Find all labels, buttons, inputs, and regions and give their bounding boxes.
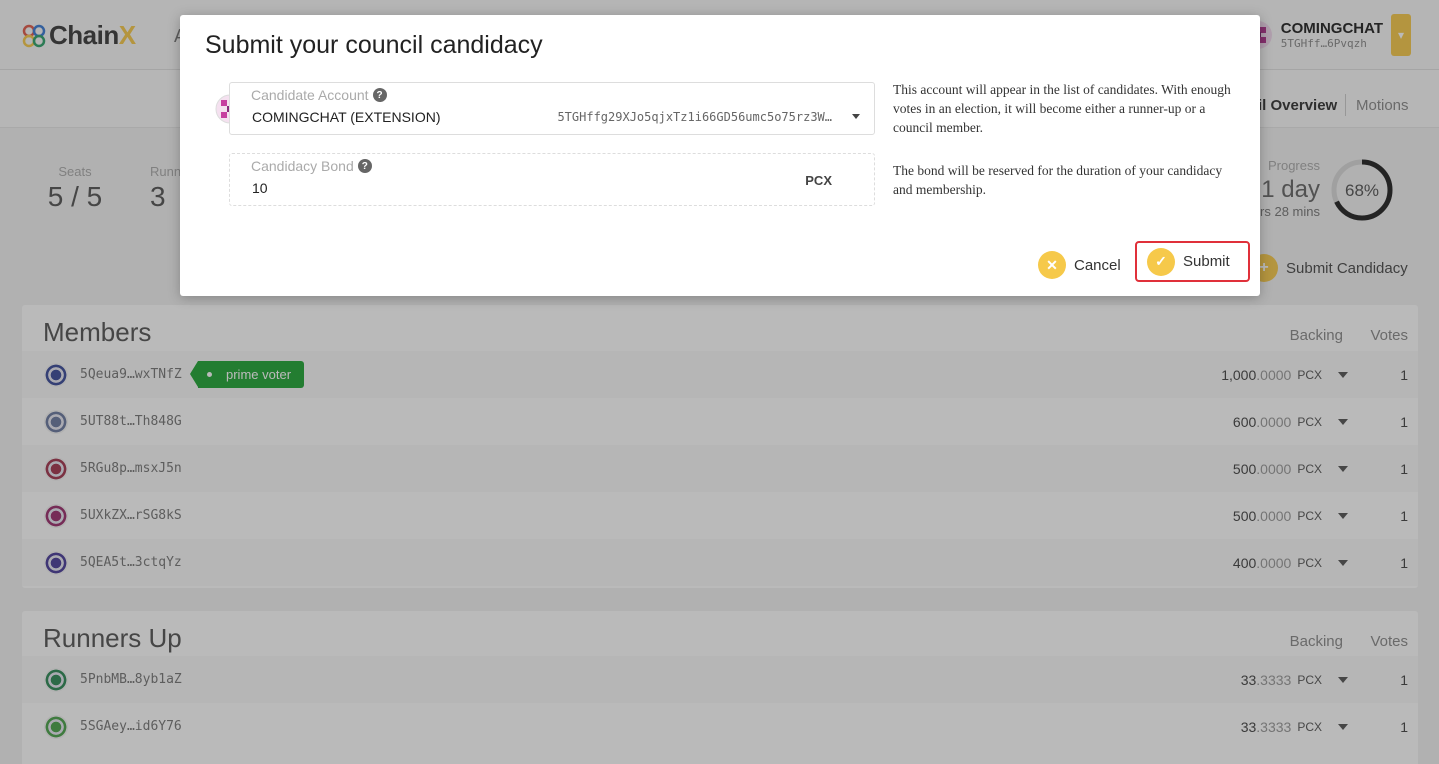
chevron-down-icon[interactable] xyxy=(852,114,860,119)
check-icon: ✓ xyxy=(1147,247,1175,276)
submit-candidacy-modal: Submit your council candidacy Candidate … xyxy=(180,15,1260,296)
candidate-account-select[interactable]: Candidate Account ? COMINGCHAT (EXTENSIO… xyxy=(229,82,875,135)
candidate-account-name: COMINGCHAT (EXTENSION) xyxy=(252,109,441,125)
help-icon[interactable]: ? xyxy=(357,159,372,173)
candidate-account-help: This account will appear in the list of … xyxy=(893,82,1231,135)
submit-button[interactable]: ✓ Submit xyxy=(1135,241,1250,282)
help-icon[interactable]: ? xyxy=(372,88,387,102)
candidacy-bond-field[interactable]: Candidacy Bond ? 10 PCX xyxy=(229,153,875,206)
candidate-account-address: 5TGHffg29XJo5qjxTz1i66GD56umc5o75rz3W… xyxy=(557,110,832,124)
candidacy-bond-help: The bond will be reserved for the durati… xyxy=(893,163,1223,197)
cancel-label: Cancel xyxy=(1074,256,1121,274)
submit-label: Submit xyxy=(1183,253,1230,270)
close-icon: ✕ xyxy=(1038,251,1066,279)
candidate-account-label: Candidate Account ? xyxy=(251,87,387,103)
modal-title: Submit your council candidacy xyxy=(205,31,543,59)
candidacy-bond-label-text: Candidacy Bond xyxy=(251,158,354,174)
candidacy-bond-value: 10 xyxy=(252,180,268,196)
candidacy-bond-label: Candidacy Bond ? xyxy=(251,158,372,174)
cancel-button[interactable]: ✕ Cancel xyxy=(1038,251,1121,279)
candidate-account-label-text: Candidate Account xyxy=(251,87,369,103)
candidacy-bond-unit: PCX xyxy=(805,173,832,188)
